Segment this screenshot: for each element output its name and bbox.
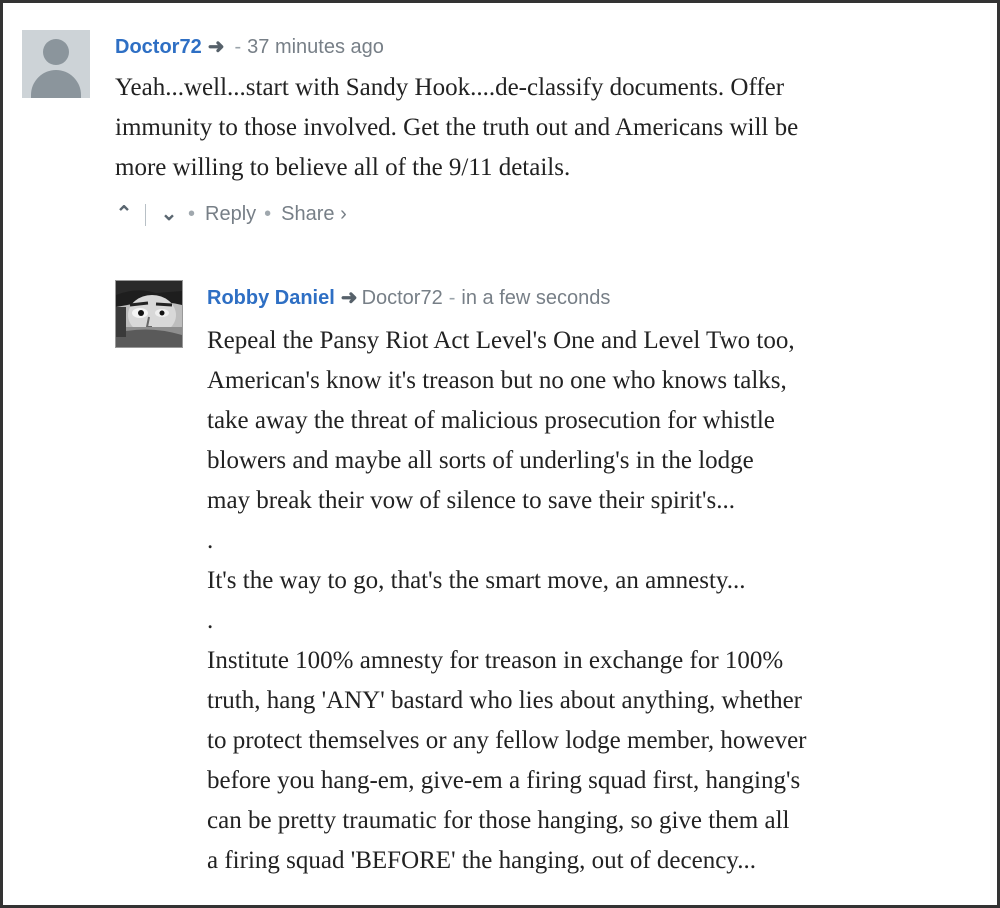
comment-line: before you hang-em, give-em a firing squ… — [207, 767, 801, 794]
comment-actions: ⌃ ⌄ • Reply • Share › — [113, 199, 347, 229]
comment-header: Doctor72 ➜ -37 minutes ago — [115, 33, 384, 61]
comment-line: . — [207, 527, 214, 554]
comment-line: immunity to those involved. Get the trut… — [115, 114, 799, 141]
reply-arrow-icon: ➜ — [340, 287, 358, 309]
avatar-photo-image — [116, 281, 182, 347]
reply-body: Repeal the Pansy Riot Act Level's One an… — [207, 321, 807, 881]
in-reply-to-link[interactable]: Doctor72 — [362, 287, 443, 309]
meta-separator: - — [234, 36, 242, 58]
comment-line: Yeah...well...start with Sandy Hook....d… — [115, 74, 785, 101]
comment-header: Robby Daniel ➜ Doctor72- in a few seconds — [207, 284, 610, 312]
comment-line: It's the way to go, that's the smart mov… — [207, 567, 746, 594]
upvote-icon[interactable]: ⌃ — [113, 199, 135, 229]
avatar-body-shape — [31, 70, 81, 98]
comment-line: to protect themselves or any fellow lodg… — [207, 727, 807, 754]
action-dot: • — [188, 203, 196, 225]
comment-line: can be pretty traumatic for those hangin… — [207, 807, 790, 834]
default-avatar[interactable] — [22, 30, 90, 98]
comment-author-link[interactable]: Robby Daniel — [207, 287, 335, 309]
comment-line: may break their vow of silence to save t… — [207, 487, 735, 514]
comment-line: Institute 100% amnesty for treason in ex… — [207, 647, 784, 674]
comment-line: blowers and maybe all sorts of underling… — [207, 447, 754, 474]
action-dot: • — [264, 203, 272, 225]
comment-line: American's know it's treason but no one … — [207, 367, 787, 394]
comment-timestamp[interactable]: in a few seconds — [461, 287, 610, 309]
comment-timestamp[interactable]: 37 minutes ago — [247, 36, 384, 58]
comment-line: take away the threat of malicious prosec… — [207, 407, 775, 434]
user-avatar[interactable] — [115, 280, 183, 348]
avatar-head-shape — [43, 39, 69, 65]
downvote-icon[interactable]: ⌄ — [158, 199, 180, 229]
reply-arrow-icon: ➜ — [207, 36, 225, 58]
comment-author-link[interactable]: Doctor72 — [115, 36, 202, 58]
reply-button[interactable]: Reply — [205, 203, 256, 225]
comment-body: Yeah...well...start with Sandy Hook....d… — [115, 68, 798, 188]
meta-separator: - — [448, 287, 456, 309]
share-button[interactable]: Share › — [281, 203, 347, 225]
comment-line: Repeal the Pansy Riot Act Level's One an… — [207, 327, 795, 354]
vote-divider — [145, 203, 146, 226]
comment-line: more willing to believe all of the 9/11 … — [115, 154, 571, 181]
comment-line: truth, hang 'ANY' bastard who lies about… — [207, 687, 802, 714]
comment-line: . — [207, 607, 214, 634]
comment-line: a firing squad 'BEFORE' the hanging, out… — [207, 847, 756, 874]
